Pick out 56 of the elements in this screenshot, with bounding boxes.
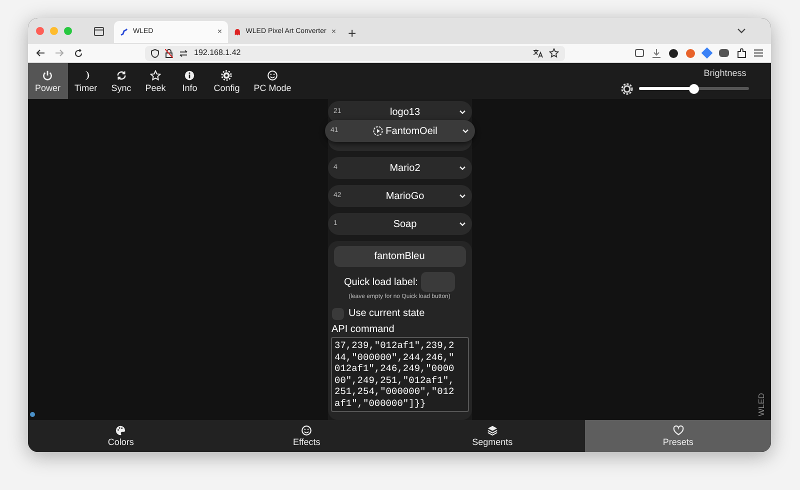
url-text: 192.168.1.42: [194, 47, 241, 59]
bottom-tab[interactable]: Presets: [585, 420, 771, 452]
heart-icon: [672, 425, 684, 436]
checkbox-label: Use current state: [348, 307, 425, 321]
api-command-field[interactable]: 37,239,"012af1",239,2 44,"000000",244,246," 012af1",246,249,"0000 00",249,251,"012af1", 251,254,"000000","012 af1","000000"]}}: [330, 337, 468, 412]
preset-name: Soap: [393, 218, 417, 232]
bottom-tab[interactable]: Effects: [214, 420, 400, 452]
preset-name-field[interactable]: fantomBleu: [334, 246, 466, 267]
download-icon[interactable]: [652, 48, 661, 58]
new-tab-button[interactable]: +: [348, 26, 356, 40]
layers-icon: [486, 425, 498, 436]
nav-button[interactable]: Power: [28, 63, 68, 99]
preset-name: logo13: [390, 106, 420, 120]
close-tab-button[interactable]: ×: [331, 28, 336, 36]
squiggle-logo-icon: [120, 28, 128, 36]
sync-icon: [116, 70, 127, 80]
brightness-icon: [621, 82, 633, 94]
bottom-tab[interactable]: Segments: [400, 420, 586, 452]
nav-button[interactable]: Info: [172, 63, 207, 99]
nav-button[interactable]: Timer: [68, 63, 104, 99]
nav-button[interactable]: Config: [206, 63, 247, 99]
info-icon: [184, 70, 196, 80]
address-bar[interactable]: 192.168.1.42: [145, 46, 565, 60]
quick-load-label: Quick load label:: [344, 276, 418, 290]
brightness-slider[interactable]: [639, 84, 749, 94]
smiley-icon: [267, 70, 278, 80]
palette-icon: [115, 425, 126, 436]
play-circle-icon: [372, 126, 383, 136]
ghost-icon: [234, 28, 241, 36]
shield-icon: [151, 48, 159, 58]
power-icon: [42, 70, 54, 80]
insecure-lock-icon: [165, 48, 173, 58]
reload-icon[interactable]: [74, 48, 83, 58]
close-tab-button[interactable]: ×: [217, 28, 222, 36]
chevron-down-icon[interactable]: [737, 28, 746, 34]
back-icon[interactable]: [36, 49, 45, 57]
menu-icon[interactable]: [754, 49, 763, 57]
tab-overview-icon[interactable]: [94, 27, 104, 36]
preset-name: FantomOeil: [386, 124, 438, 138]
permissions-icon: [179, 50, 188, 56]
translate-icon[interactable]: [533, 48, 543, 58]
extensions-icon[interactable]: [737, 48, 746, 58]
nav-button[interactable]: Sync: [104, 63, 138, 99]
api-command-label: API command: [332, 323, 394, 337]
bookmark-star-icon[interactable]: [549, 48, 559, 58]
bottom-tab[interactable]: Colors: [28, 420, 214, 452]
star-icon: [150, 70, 161, 80]
settings-icon: [221, 70, 232, 80]
nav-button[interactable]: Peek: [138, 63, 173, 99]
side-label: WLED: [756, 392, 767, 416]
preset-name: MarioGo: [386, 190, 424, 204]
nav-button[interactable]: PC Mode: [246, 63, 298, 99]
preset-name: Mario2: [390, 162, 420, 176]
smiley-icon: [301, 425, 312, 436]
slider-thumb[interactable]: [689, 84, 699, 94]
brightness-label: Brightness: [704, 67, 746, 80]
